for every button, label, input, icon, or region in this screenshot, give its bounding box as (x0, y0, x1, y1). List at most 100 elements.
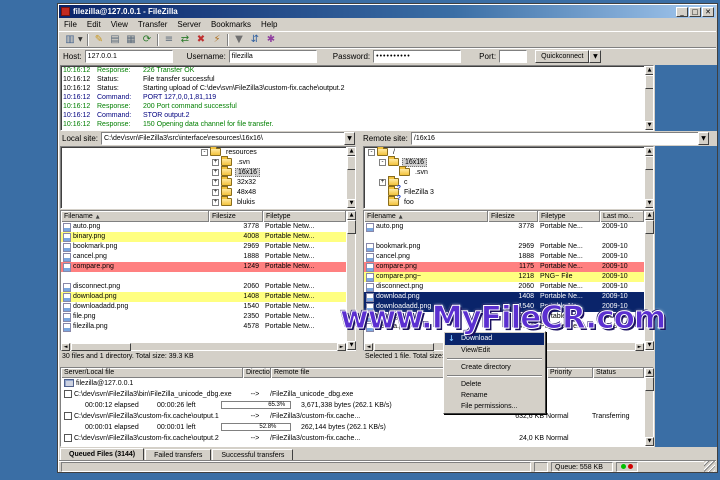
tree-item[interactable]: ? foo (364, 195, 653, 207)
file-row[interactable]: disconnect.png 2060 Portable Ne... 2009-10 (364, 282, 644, 292)
file-row[interactable]: binary.png 4008 Portable Netw... (61, 232, 346, 242)
scroll-up-icon[interactable]: ▲ (645, 66, 653, 75)
context-menu-item-create-directory[interactable]: Create directory (445, 362, 544, 373)
minimize-button[interactable]: _ (676, 6, 688, 17)
scrollbar-thumb[interactable] (645, 220, 654, 234)
context-menu-item-delete[interactable]: Delete (445, 379, 544, 390)
scrollbar-thumb[interactable] (645, 377, 654, 391)
column-header-lastmo[interactable]: Last mo... (600, 211, 644, 222)
remote-site-dropdown-icon[interactable]: ▼ (698, 132, 709, 145)
close-button[interactable]: ✕ (702, 6, 714, 17)
toolbar-dropdown-icon[interactable]: ▼ (78, 36, 85, 43)
queue-column-status[interactable]: Status (593, 368, 644, 378)
host-input[interactable]: 127.0.0.1 (84, 49, 173, 63)
vertical-scrollbar[interactable]: ▲ ▼ (346, 147, 355, 208)
local-site-combo[interactable]: C:\dev\svn\FileZilla3\src\interface\reso… (101, 132, 355, 145)
scroll-left-icon[interactable]: ◄ (364, 343, 373, 351)
tree-expand-box[interactable]: + (212, 168, 219, 176)
scrollbar-thumb[interactable] (645, 75, 653, 89)
menu-item-transfer[interactable]: Transfer (133, 20, 173, 29)
queue-progress-row[interactable]: 00:00:01 elapsed 00:00:01 left 52.8% 262,14… (61, 422, 644, 433)
scroll-down-icon[interactable]: ▼ (347, 341, 356, 350)
file-row[interactable]: bookmark.png 2969 Portable Netw... (61, 242, 346, 252)
scroll-up-icon[interactable]: ▲ (645, 368, 654, 377)
file-row[interactable]: auto.png 3778 Portable Netw... (61, 222, 346, 232)
file-row[interactable]: downloadadd.png 1540 Portable Netw... (61, 302, 346, 312)
blank-row[interactable] (364, 232, 644, 242)
tree-item[interactable]: ? FileZilla 3 (364, 185, 653, 197)
blank-row[interactable] (61, 272, 346, 282)
tree-item[interactable]: + .svn (61, 156, 355, 167)
tree-expand-box[interactable]: + (212, 158, 219, 166)
abort-icon[interactable]: ✖ (193, 33, 209, 47)
queue-server-row[interactable]: filezilla@127.0.0.1 (61, 378, 644, 389)
scroll-down-icon[interactable]: ▼ (645, 437, 654, 446)
file-row[interactable]: filezilla.png 4578 Portable Netw... (61, 322, 346, 332)
file-row[interactable]: file.png 2350 Portable Netw... (61, 312, 346, 322)
settings-icon[interactable]: ✱ (263, 33, 279, 47)
toggle-treeview-icon[interactable]: ▦ (123, 33, 139, 47)
queue-column-priority[interactable]: Priority (547, 368, 593, 378)
tree-item[interactable]: .svn (364, 166, 653, 177)
tree-expand-box[interactable]: - (379, 158, 386, 166)
scroll-up-icon[interactable]: ▲ (645, 147, 653, 156)
vertical-scrollbar[interactable]: ▲ ▼ (644, 147, 653, 208)
quickconnect-dropdown-icon[interactable]: ▼ (589, 49, 602, 63)
vertical-scrollbar[interactable]: ▲ ▼ (644, 66, 653, 130)
tree-expand-box[interactable]: + (212, 188, 219, 196)
context-menu-item-view-edit[interactable]: View/Edit (445, 345, 544, 356)
scrollbar-thumb[interactable] (347, 220, 356, 234)
queue-checkbox[interactable] (64, 434, 72, 442)
file-row[interactable]: cancel.png 1888 Portable Ne... 2009-10 (364, 252, 644, 262)
queue-progress-row[interactable]: 00:00:12 elapsed 00:00:26 left 65.3% 3,671,… (61, 400, 644, 411)
compare-icon[interactable]: ⇵ (247, 33, 263, 47)
filter-icon[interactable]: ▼ (231, 33, 247, 47)
column-header-filename[interactable]: Filename ▲ (364, 211, 488, 222)
queue-file-row[interactable]: C:\dev\svn\FileZilla3\bin\FileZilla_unic… (61, 389, 644, 400)
scroll-down-icon[interactable]: ▼ (645, 121, 653, 130)
horizontal-scrollbar[interactable]: ◄ ► (61, 342, 346, 351)
scroll-left-icon[interactable]: ◄ (61, 343, 70, 351)
scroll-up-icon[interactable]: ▲ (347, 147, 355, 156)
scrollbar-thumb[interactable] (347, 156, 355, 170)
local-site-dropdown-icon[interactable]: ▼ (344, 132, 355, 145)
column-header-filesize[interactable]: Filesize (209, 211, 263, 222)
tree-expand-box[interactable]: - (201, 148, 208, 156)
scroll-down-icon[interactable]: ▼ (347, 199, 355, 208)
scroll-down-icon[interactable]: ▼ (645, 199, 653, 208)
column-header-filename[interactable]: Filename ▲ (61, 211, 209, 222)
menu-item-bookmarks[interactable]: Bookmarks (206, 20, 256, 29)
remote-site-path[interactable]: /16x16 (410, 132, 698, 145)
scroll-right-icon[interactable]: ► (635, 343, 644, 351)
edit-icon[interactable]: ✎ (91, 33, 107, 47)
scrollbar-thumb[interactable] (71, 343, 131, 351)
context-menu-item-file-permissions-[interactable]: File permissions... (445, 401, 544, 412)
resize-grip[interactable] (704, 461, 715, 472)
tree-item[interactable]: +32x32 (61, 176, 355, 187)
tree-item[interactable]: + blukis (61, 196, 355, 207)
queue-file-row[interactable]: C:\dev\svn\FileZilla3\custom-fix.cache\o… (61, 433, 644, 444)
column-header-filetype[interactable]: Filetype (538, 211, 600, 222)
local-site-path[interactable]: C:\dev\svn\FileZilla3\src\interface\reso… (101, 132, 344, 145)
toggle-queue-icon[interactable]: ≡ (161, 33, 177, 47)
menu-item-view[interactable]: View (106, 20, 133, 29)
context-menu-item-rename[interactable]: Rename (445, 390, 544, 401)
tree-expand-box[interactable]: + (212, 178, 219, 186)
queue-file-row[interactable]: C:\dev\svn\FileZilla3\custom-fix.cache\o… (61, 411, 644, 422)
file-row[interactable]: bookmark.png 2969 Portable Ne... 2009-10 (364, 242, 644, 252)
process-queue-icon[interactable]: ⇄ (177, 33, 193, 47)
vertical-scrollbar[interactable]: ▲ ▼ (644, 368, 654, 446)
queue-checkbox[interactable] (64, 390, 72, 398)
scroll-down-icon[interactable]: ▼ (645, 341, 654, 350)
scroll-right-icon[interactable]: ► (337, 343, 346, 351)
tree-item[interactable]: - resources (61, 147, 355, 157)
tree-expand-box[interactable]: + (379, 178, 386, 186)
menu-item-file[interactable]: File (59, 20, 82, 29)
menu-item-edit[interactable]: Edit (82, 20, 106, 29)
scrollbar-thumb[interactable] (374, 343, 434, 351)
file-row[interactable]: cancel.png 1888 Portable Netw... (61, 252, 346, 262)
file-row[interactable]: compare.png 1249 Portable Netw... (61, 262, 346, 272)
tree-item[interactable]: +16x16 (61, 166, 355, 177)
tree-expand-box[interactable]: - (368, 148, 375, 156)
menu-item-help[interactable]: Help (256, 20, 282, 29)
